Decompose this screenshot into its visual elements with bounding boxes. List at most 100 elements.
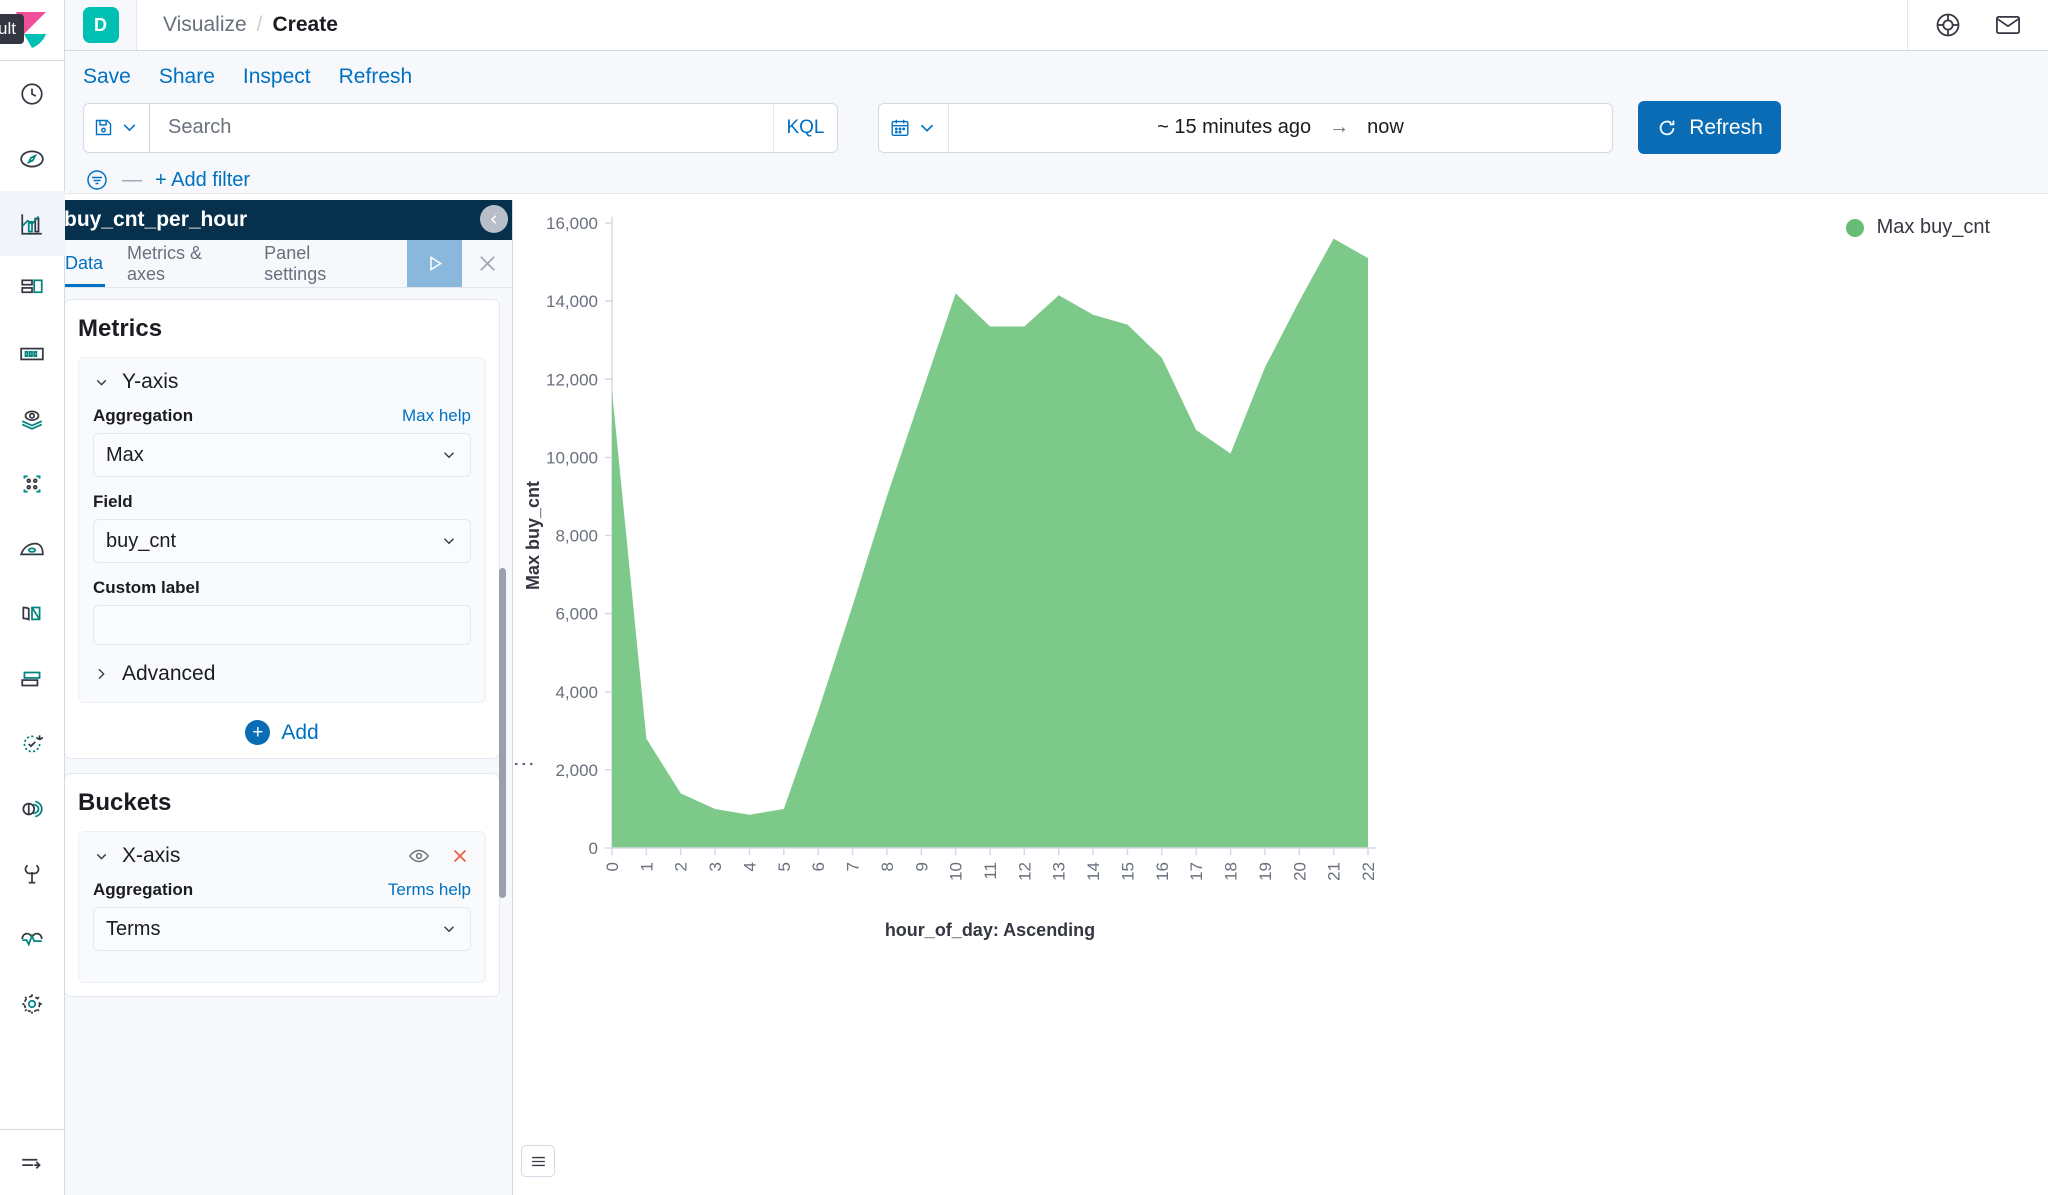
search-input[interactable]	[150, 104, 773, 151]
x-axis-tick-label: 20	[1290, 862, 1309, 881]
x-axis-tick-label: 22	[1359, 862, 1378, 881]
y-axis-tick-label: 2,000	[555, 761, 598, 780]
x-axis-tick-label: 7	[844, 862, 863, 871]
y-field-select[interactable]: buy_cnt	[93, 519, 471, 563]
play-icon	[430, 256, 442, 271]
save-disk-icon	[95, 119, 112, 136]
menu-item-inspect[interactable]: Inspect	[243, 65, 311, 89]
sidebar-item-infrastructure[interactable]	[0, 516, 65, 581]
refresh-button-label: Refresh	[1689, 115, 1763, 139]
date-start[interactable]: ~ 15 minutes ago	[1157, 116, 1311, 139]
breadcrumb-create: Create	[272, 13, 338, 36]
date-arrow-icon: →	[1329, 116, 1350, 138]
chevron-right-icon	[98, 668, 105, 680]
saved-query-button[interactable]	[83, 102, 149, 153]
sidebar-item-recently-viewed[interactable]	[0, 61, 65, 126]
date-quick-select-button[interactable]	[879, 103, 949, 152]
y-aggregation-select[interactable]: Max	[93, 433, 471, 477]
sidebar-item-visualize[interactable]	[0, 191, 65, 256]
sidebar-item-discover[interactable]	[0, 126, 65, 191]
close-icon	[479, 256, 495, 271]
sidebar-item-siem[interactable]	[0, 776, 65, 841]
menu-item-share[interactable]: Share	[159, 65, 215, 89]
area-series[interactable]	[612, 238, 1368, 848]
x-axis-tick-label: 15	[1118, 862, 1137, 881]
sidebar-item-uptime[interactable]	[0, 711, 65, 776]
sidebar-item-machine-learning[interactable]	[0, 451, 65, 516]
y-axis-group-header[interactable]: Y-axis	[93, 370, 471, 394]
sidebar-item-management[interactable]	[0, 971, 65, 1036]
logs-icon	[22, 606, 41, 621]
x-aggregation-select[interactable]: Terms	[93, 907, 471, 951]
sidebar-item-apm[interactable]	[0, 646, 65, 711]
x-axis-tick-label: 4	[740, 862, 759, 871]
x-axis-tick-label: 13	[1050, 862, 1069, 881]
y-axis-tick-label: 0	[589, 839, 598, 858]
sidebar-item-monitoring[interactable]	[0, 906, 65, 971]
refresh-button[interactable]: Refresh	[1638, 101, 1781, 154]
menu-item-save[interactable]: Save	[83, 65, 131, 89]
y-axis-tick-label: 14,000	[546, 292, 598, 311]
clock-icon	[21, 82, 43, 105]
global-nav-rail	[0, 0, 65, 1195]
x-axis-group-label: X-axis	[122, 844, 181, 867]
space-avatar[interactable]: D	[82, 7, 119, 43]
filter-icon[interactable]	[85, 168, 109, 192]
close-editor-button[interactable]	[462, 240, 512, 287]
uptime-icon	[23, 734, 44, 752]
x-axis-tick-label: 14	[1084, 862, 1103, 881]
editor-scrollbar[interactable]	[499, 568, 506, 898]
tab-panel-settings[interactable]: Panel settings	[252, 240, 384, 287]
y-axis-tick-label: 8,000	[555, 527, 598, 546]
collapse-editor-button[interactable]	[480, 205, 508, 233]
x-axis-tick-label: 18	[1222, 862, 1241, 881]
tab-metrics-axes[interactable]: Metrics & axes	[115, 240, 252, 287]
breadcrumb: Visualize / Create	[137, 13, 1907, 37]
breadcrumb-visualize[interactable]: Visualize	[163, 13, 247, 37]
y-axis-tick-label: 12,000	[546, 370, 598, 389]
terms-help-link[interactable]: Terms help	[388, 880, 471, 900]
query-language-badge[interactable]: KQL	[773, 103, 837, 152]
y-field-value: buy_cnt	[106, 529, 177, 552]
date-end[interactable]: now	[1367, 116, 1404, 139]
apply-changes-button[interactable]	[406, 240, 463, 287]
date-range-display[interactable]: ~ 15 minutes ago → now	[949, 116, 1612, 139]
header-actions	[1907, 0, 2048, 50]
heartbeat-icon	[21, 932, 43, 947]
x-axis-group-header[interactable]: X-axis	[93, 844, 471, 868]
panel-resize-handle[interactable]: ⋮	[512, 753, 537, 775]
sidebar-item-dashboard[interactable]	[0, 256, 65, 321]
chevron-down-icon	[96, 379, 107, 386]
sidebar-item-canvas[interactable]	[0, 321, 65, 386]
y-aggregation-value: Max	[106, 443, 144, 466]
sidebar-item-logs[interactable]	[0, 581, 65, 646]
legend-toggle-button[interactable]	[521, 1145, 555, 1177]
help-circle-icon[interactable]	[1934, 11, 1962, 39]
calendar-icon	[891, 119, 909, 136]
collapse-nav-button[interactable]	[0, 1130, 65, 1195]
max-help-link[interactable]: Max help	[402, 406, 471, 426]
space-avatar-cell[interactable]: D	[65, 0, 137, 50]
chevron-down-icon	[444, 926, 454, 933]
y-advanced-toggle[interactable]: Advanced	[93, 662, 471, 686]
mail-icon[interactable]	[1994, 11, 2022, 39]
area-chart: 0 2,000 4,000 6,000 8,000 10,000 12,000 14,000 1…	[523, 214, 1378, 940]
sidebar-item-dev-tools[interactable]	[0, 841, 65, 906]
add-filter-button[interactable]: + Add filter	[155, 169, 250, 192]
query-bar: KQL ~ 15 minutes ago → now	[65, 89, 2048, 154]
filter-bar: — + Add filter	[65, 154, 2048, 192]
x-axis-actions	[408, 845, 471, 867]
add-metric-button[interactable]: + Add	[78, 720, 486, 745]
x-aggregation-value: Terms	[106, 917, 161, 940]
x-axis-tick-label: 10	[947, 862, 966, 881]
menu-item-refresh[interactable]: Refresh	[339, 65, 413, 89]
remove-x-icon[interactable]	[449, 845, 471, 867]
y-custom-label-input[interactable]	[93, 605, 471, 645]
sidebar-item-maps[interactable]	[0, 386, 65, 451]
chevron-down-icon	[920, 124, 934, 132]
y-aggregation-label-row: Aggregation Max help	[93, 406, 471, 426]
arrow-right-lines-icon	[22, 1158, 41, 1169]
x-axis-tick-label: 12	[1015, 862, 1034, 881]
eye-icon[interactable]	[408, 845, 430, 867]
buckets-heading: Buckets	[78, 789, 172, 816]
